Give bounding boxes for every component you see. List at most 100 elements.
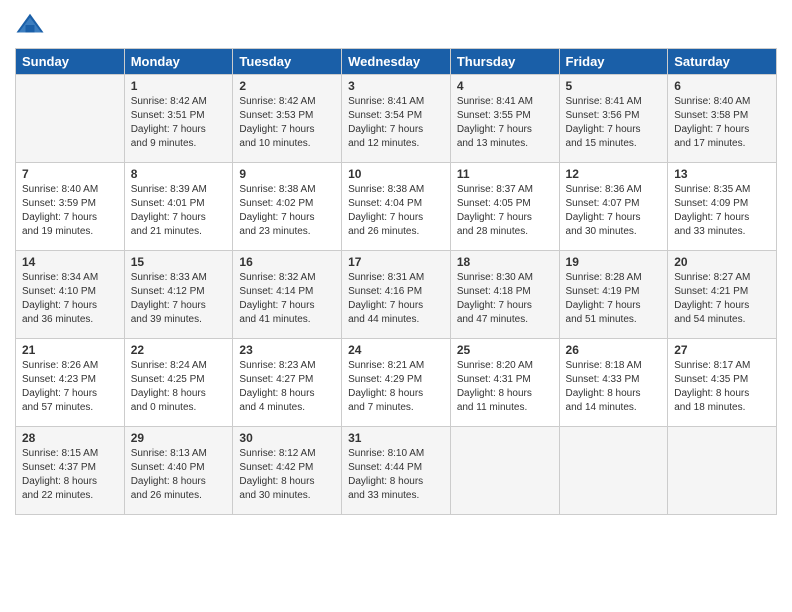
calendar-cell: 23 Sunrise: 8:23 AM Sunset: 4:27 PM Dayli… bbox=[233, 339, 342, 427]
calendar-cell: 4 Sunrise: 8:41 AM Sunset: 3:55 PM Daylig… bbox=[450, 75, 559, 163]
day-info: Sunrise: 8:28 AM Sunset: 4:19 PM Dayligh… bbox=[566, 271, 662, 327]
header-row: SundayMondayTuesdayWednesdayThursdayFrid… bbox=[16, 49, 777, 75]
day-number: 19 bbox=[566, 255, 662, 269]
day-info: Sunrise: 8:41 AM Sunset: 3:55 PM Dayligh… bbox=[457, 95, 553, 151]
day-info: Sunrise: 8:34 AM Sunset: 4:10 PM Dayligh… bbox=[22, 271, 118, 327]
day-info: Sunrise: 8:17 AM Sunset: 4:35 PM Dayligh… bbox=[674, 359, 770, 415]
calendar-cell: 27 Sunrise: 8:17 AM Sunset: 4:35 PM Dayli… bbox=[668, 339, 777, 427]
day-info: Sunrise: 8:37 AM Sunset: 4:05 PM Dayligh… bbox=[457, 183, 553, 239]
day-info: Sunrise: 8:26 AM Sunset: 4:23 PM Dayligh… bbox=[22, 359, 118, 415]
day-info: Sunrise: 8:13 AM Sunset: 4:40 PM Dayligh… bbox=[131, 447, 227, 503]
day-number: 12 bbox=[566, 167, 662, 181]
day-info: Sunrise: 8:33 AM Sunset: 4:12 PM Dayligh… bbox=[131, 271, 227, 327]
day-info: Sunrise: 8:40 AM Sunset: 3:58 PM Dayligh… bbox=[674, 95, 770, 151]
day-number: 23 bbox=[239, 343, 335, 357]
day-number: 7 bbox=[22, 167, 118, 181]
calendar-cell: 31Sunrise: 8:10 AM Sunset: 4:44 PM Dayli… bbox=[342, 427, 451, 515]
day-info: Sunrise: 8:30 AM Sunset: 4:18 PM Dayligh… bbox=[457, 271, 553, 327]
calendar-body: 1 Sunrise: 8:42 AM Sunset: 3:51 PM Daylig… bbox=[16, 75, 777, 515]
day-info: Sunrise: 8:24 AM Sunset: 4:25 PM Dayligh… bbox=[131, 359, 227, 415]
day-number: 6 bbox=[674, 79, 770, 93]
header-friday: Friday bbox=[559, 49, 668, 75]
day-number: 14 bbox=[22, 255, 118, 269]
calendar-cell: 14 Sunrise: 8:34 AM Sunset: 4:10 PM Dayli… bbox=[16, 251, 125, 339]
day-number: 2 bbox=[239, 79, 335, 93]
day-info: Sunrise: 8:39 AM Sunset: 4:01 PM Dayligh… bbox=[131, 183, 227, 239]
calendar-cell: 1 Sunrise: 8:42 AM Sunset: 3:51 PM Daylig… bbox=[124, 75, 233, 163]
page-container: SundayMondayTuesdayWednesdayThursdayFrid… bbox=[0, 0, 792, 525]
header-saturday: Saturday bbox=[668, 49, 777, 75]
calendar-cell: 12Sunrise: 8:36 AM Sunset: 4:07 PM Dayli… bbox=[559, 163, 668, 251]
day-number: 9 bbox=[239, 167, 335, 181]
day-number: 28 bbox=[22, 431, 118, 445]
day-number: 13 bbox=[674, 167, 770, 181]
logo bbox=[15, 10, 49, 40]
day-number: 11 bbox=[457, 167, 553, 181]
calendar-header: SundayMondayTuesdayWednesdayThursdayFrid… bbox=[16, 49, 777, 75]
day-number: 1 bbox=[131, 79, 227, 93]
day-number: 24 bbox=[348, 343, 444, 357]
day-number: 17 bbox=[348, 255, 444, 269]
day-info: Sunrise: 8:42 AM Sunset: 3:51 PM Dayligh… bbox=[131, 95, 227, 151]
day-number: 4 bbox=[457, 79, 553, 93]
day-info: Sunrise: 8:38 AM Sunset: 4:02 PM Dayligh… bbox=[239, 183, 335, 239]
day-info: Sunrise: 8:18 AM Sunset: 4:33 PM Dayligh… bbox=[566, 359, 662, 415]
day-info: Sunrise: 8:38 AM Sunset: 4:04 PM Dayligh… bbox=[348, 183, 444, 239]
calendar-cell: 16Sunrise: 8:32 AM Sunset: 4:14 PM Dayli… bbox=[233, 251, 342, 339]
day-number: 25 bbox=[457, 343, 553, 357]
day-number: 5 bbox=[566, 79, 662, 93]
day-number: 10 bbox=[348, 167, 444, 181]
calendar-cell bbox=[16, 75, 125, 163]
logo-icon bbox=[15, 10, 45, 40]
day-info: Sunrise: 8:23 AM Sunset: 4:27 PM Dayligh… bbox=[239, 359, 335, 415]
week-row-3: 21 Sunrise: 8:26 AM Sunset: 4:23 PM Dayli… bbox=[16, 339, 777, 427]
calendar-cell: 26 Sunrise: 8:18 AM Sunset: 4:33 PM Dayli… bbox=[559, 339, 668, 427]
day-info: Sunrise: 8:20 AM Sunset: 4:31 PM Dayligh… bbox=[457, 359, 553, 415]
calendar-cell: 21 Sunrise: 8:26 AM Sunset: 4:23 PM Dayli… bbox=[16, 339, 125, 427]
day-info: Sunrise: 8:42 AM Sunset: 3:53 PM Dayligh… bbox=[239, 95, 335, 151]
calendar-cell: 24 Sunrise: 8:21 AM Sunset: 4:29 PM Dayli… bbox=[342, 339, 451, 427]
page-header bbox=[15, 10, 777, 40]
day-info: Sunrise: 8:27 AM Sunset: 4:21 PM Dayligh… bbox=[674, 271, 770, 327]
calendar-cell: 13 Sunrise: 8:35 AM Sunset: 4:09 PM Dayli… bbox=[668, 163, 777, 251]
calendar-cell: 9 Sunrise: 8:38 AM Sunset: 4:02 PM Daylig… bbox=[233, 163, 342, 251]
calendar-cell: 19 Sunrise: 8:28 AM Sunset: 4:19 PM Dayli… bbox=[559, 251, 668, 339]
day-info: Sunrise: 8:31 AM Sunset: 4:16 PM Dayligh… bbox=[348, 271, 444, 327]
day-number: 15 bbox=[131, 255, 227, 269]
calendar-cell: 29Sunrise: 8:13 AM Sunset: 4:40 PM Dayli… bbox=[124, 427, 233, 515]
day-number: 26 bbox=[566, 343, 662, 357]
calendar-cell: 18Sunrise: 8:30 AM Sunset: 4:18 PM Dayli… bbox=[450, 251, 559, 339]
day-number: 20 bbox=[674, 255, 770, 269]
week-row-0: 1 Sunrise: 8:42 AM Sunset: 3:51 PM Daylig… bbox=[16, 75, 777, 163]
calendar-cell bbox=[450, 427, 559, 515]
week-row-4: 28 Sunrise: 8:15 AM Sunset: 4:37 PM Dayli… bbox=[16, 427, 777, 515]
calendar-cell: 30 Sunrise: 8:12 AM Sunset: 4:42 PM Dayli… bbox=[233, 427, 342, 515]
day-info: Sunrise: 8:41 AM Sunset: 3:54 PM Dayligh… bbox=[348, 95, 444, 151]
calendar-cell bbox=[668, 427, 777, 515]
calendar-cell: 10 Sunrise: 8:38 AM Sunset: 4:04 PM Dayli… bbox=[342, 163, 451, 251]
week-row-2: 14 Sunrise: 8:34 AM Sunset: 4:10 PM Dayli… bbox=[16, 251, 777, 339]
calendar-cell: 2 Sunrise: 8:42 AM Sunset: 3:53 PM Daylig… bbox=[233, 75, 342, 163]
day-number: 8 bbox=[131, 167, 227, 181]
day-info: Sunrise: 8:35 AM Sunset: 4:09 PM Dayligh… bbox=[674, 183, 770, 239]
day-number: 27 bbox=[674, 343, 770, 357]
day-number: 30 bbox=[239, 431, 335, 445]
day-number: 21 bbox=[22, 343, 118, 357]
day-info: Sunrise: 8:21 AM Sunset: 4:29 PM Dayligh… bbox=[348, 359, 444, 415]
calendar-cell: 25 Sunrise: 8:20 AM Sunset: 4:31 PM Dayli… bbox=[450, 339, 559, 427]
day-info: Sunrise: 8:12 AM Sunset: 4:42 PM Dayligh… bbox=[239, 447, 335, 503]
day-number: 22 bbox=[131, 343, 227, 357]
header-thursday: Thursday bbox=[450, 49, 559, 75]
calendar-cell: 22 Sunrise: 8:24 AM Sunset: 4:25 PM Dayli… bbox=[124, 339, 233, 427]
header-monday: Monday bbox=[124, 49, 233, 75]
day-number: 16 bbox=[239, 255, 335, 269]
day-number: 3 bbox=[348, 79, 444, 93]
header-tuesday: Tuesday bbox=[233, 49, 342, 75]
day-info: Sunrise: 8:41 AM Sunset: 3:56 PM Dayligh… bbox=[566, 95, 662, 151]
header-sunday: Sunday bbox=[16, 49, 125, 75]
day-number: 31 bbox=[348, 431, 444, 445]
calendar-cell: 28 Sunrise: 8:15 AM Sunset: 4:37 PM Dayli… bbox=[16, 427, 125, 515]
day-info: Sunrise: 8:15 AM Sunset: 4:37 PM Dayligh… bbox=[22, 447, 118, 503]
calendar-cell: 20 Sunrise: 8:27 AM Sunset: 4:21 PM Dayli… bbox=[668, 251, 777, 339]
calendar-cell bbox=[559, 427, 668, 515]
